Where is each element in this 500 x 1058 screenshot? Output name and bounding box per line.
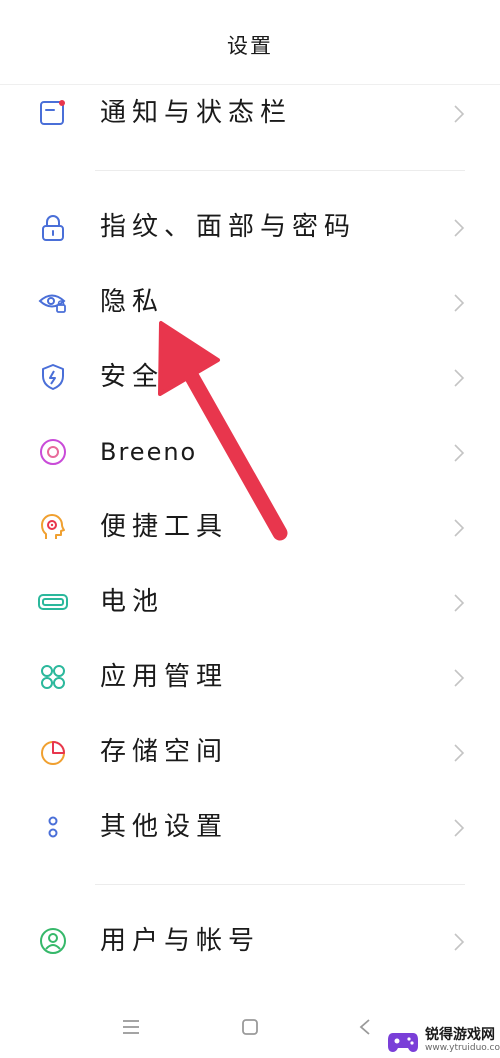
chevron-right-icon: [454, 105, 465, 123]
chevron-right-icon: [454, 594, 465, 612]
menu-icon[interactable]: [116, 1012, 146, 1042]
chevron-right-icon: [454, 294, 465, 312]
gamepad-logo-icon: [388, 1033, 418, 1052]
more-dots-icon: [48, 816, 58, 838]
shield-icon: [42, 364, 64, 390]
app-grid-icon: [41, 665, 65, 689]
settings-item-label: 安全: [100, 362, 165, 392]
settings-item-label: 应用管理: [100, 662, 229, 692]
divider: [95, 884, 465, 885]
settings-item-other-settings[interactable]: 其他设置: [0, 792, 500, 862]
watermark-url: www.ytruiduo.com: [425, 1043, 500, 1053]
settings-item-label: 存储空间: [100, 737, 229, 767]
settings-item-convenience-tools[interactable]: 便捷工具: [0, 492, 500, 562]
settings-item-label: 便捷工具: [100, 512, 229, 542]
breeno-icon: [40, 439, 66, 465]
settings-item-battery[interactable]: 电池: [0, 567, 500, 637]
settings-item-label: Breeno: [100, 438, 198, 466]
chevron-right-icon: [454, 444, 465, 462]
chevron-right-icon: [454, 933, 465, 951]
user-icon: [40, 928, 66, 954]
chevron-right-icon: [454, 519, 465, 537]
settings-item-fingerprint-face-password[interactable]: 指纹、面部与密码: [0, 192, 500, 262]
notification-icon: [40, 100, 65, 125]
settings-item-label: 用户与帐号: [100, 926, 261, 956]
settings-item-label: 其他设置: [100, 812, 229, 842]
settings-item-app-management[interactable]: 应用管理: [0, 642, 500, 712]
chevron-right-icon: [454, 669, 465, 687]
settings-item-storage[interactable]: 存储空间: [0, 717, 500, 787]
head-gear-icon: [41, 514, 65, 539]
settings-item-security[interactable]: 安全: [0, 342, 500, 412]
watermark: 锐得游戏网 www.ytruiduo.com: [385, 1024, 500, 1058]
watermark-title: 锐得游戏网: [425, 1027, 495, 1043]
settings-item-privacy[interactable]: 隐私: [0, 267, 500, 337]
back-icon[interactable]: [350, 1012, 380, 1042]
settings-item-breeno[interactable]: Breeno: [0, 417, 500, 487]
home-icon[interactable]: [235, 1012, 265, 1042]
settings-item-label: 隐私: [100, 287, 165, 317]
chevron-right-icon: [454, 819, 465, 837]
settings-item-users-accounts[interactable]: 用户与帐号: [0, 906, 500, 976]
settings-item-label: 指纹、面部与密码: [100, 212, 357, 242]
divider: [95, 170, 465, 171]
page-title: 设置: [227, 34, 273, 58]
battery-icon: [38, 594, 68, 610]
header: 设置: [0, 0, 500, 85]
eye-lock-icon: [38, 294, 66, 313]
settings-item-label: 电池: [100, 587, 165, 617]
chevron-right-icon: [454, 369, 465, 387]
chevron-right-icon: [454, 744, 465, 762]
chevron-right-icon: [454, 219, 465, 237]
lock-icon: [42, 215, 64, 241]
settings-item-notifications[interactable]: 通知与状态栏: [0, 78, 500, 148]
settings-item-label: 通知与状态栏: [100, 98, 293, 128]
pie-chart-icon: [41, 741, 65, 765]
